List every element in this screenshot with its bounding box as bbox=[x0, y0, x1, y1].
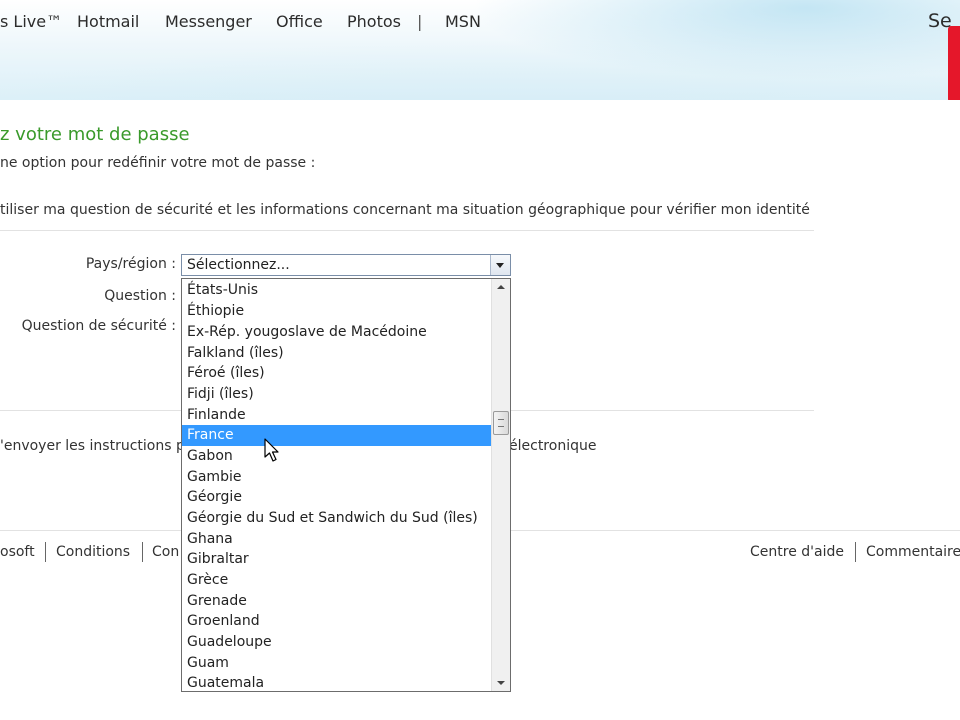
list-item[interactable]: Grenade bbox=[182, 591, 492, 612]
scroll-up-arrow-icon[interactable] bbox=[492, 279, 509, 296]
footer-separator bbox=[45, 542, 46, 562]
list-item[interactable]: Ghana bbox=[182, 529, 492, 550]
footer-link-conditions[interactable]: Conditions bbox=[56, 544, 130, 560]
footer-separator bbox=[142, 542, 143, 562]
list-item[interactable]: Falkland (îles) bbox=[182, 343, 492, 364]
scrollbar-thumb[interactable] bbox=[493, 411, 509, 435]
list-item[interactable]: Guatemala bbox=[182, 673, 492, 691]
footer-separator bbox=[855, 542, 856, 562]
nav-msn[interactable]: MSN bbox=[445, 12, 481, 31]
list-item[interactable]: Fidji (îles) bbox=[182, 384, 492, 405]
dropdown-scrollbar[interactable] bbox=[491, 279, 510, 691]
top-header: s Live™ Hotmail Messenger Office Photos … bbox=[0, 0, 960, 100]
brand-red-tab bbox=[948, 26, 960, 100]
list-item[interactable]: Gambie bbox=[182, 467, 492, 488]
footer-link-confidentialite[interactable]: Con bbox=[152, 544, 179, 560]
list-item[interactable]: Gabon bbox=[182, 446, 492, 467]
list-item-selected[interactable]: France bbox=[182, 425, 492, 446]
country-dropdown-list[interactable]: États-Unis Éthiopie Ex-Rép. yougoslave d… bbox=[181, 278, 511, 692]
footer-link-help-center[interactable]: Centre d'aide bbox=[750, 544, 844, 560]
divider-top bbox=[0, 230, 814, 231]
intro-text: ne option pour redéfinir votre mot de pa… bbox=[0, 155, 316, 171]
nav-office[interactable]: Office bbox=[276, 12, 323, 31]
list-item[interactable]: États-Unis bbox=[182, 280, 492, 301]
security-question-label: Question de sécurité : bbox=[21, 318, 176, 334]
option-email-instructions-end: électronique bbox=[509, 438, 597, 454]
country-label: Pays/région : bbox=[85, 256, 176, 272]
list-item[interactable]: Guadeloupe bbox=[182, 632, 492, 653]
footer-link-feedback[interactable]: Commentaire bbox=[866, 544, 960, 560]
list-item[interactable]: Éthiopie bbox=[182, 301, 492, 322]
scroll-down-arrow-icon[interactable] bbox=[492, 674, 509, 691]
mouse-cursor-icon bbox=[264, 438, 279, 462]
list-item[interactable]: Finlande bbox=[182, 405, 492, 426]
nav-messenger[interactable]: Messenger bbox=[165, 12, 252, 31]
nav-hotmail[interactable]: Hotmail bbox=[77, 12, 139, 31]
country-select-value: Sélectionnez... bbox=[187, 257, 290, 273]
list-item[interactable]: Ex-Rép. yougoslave de Macédoine bbox=[182, 322, 492, 343]
nav-photos[interactable]: Photos bbox=[347, 12, 401, 31]
chevron-down-icon[interactable] bbox=[490, 255, 510, 275]
list-item[interactable]: Féroé (îles) bbox=[182, 363, 492, 384]
option-email-instructions[interactable]: 'envoyer les instructions p bbox=[0, 438, 185, 454]
list-item[interactable]: Géorgie du Sud et Sandwich du Sud (îles) bbox=[182, 508, 492, 529]
option-security-question[interactable]: tiliser ma question de sécurité et les i… bbox=[0, 202, 810, 218]
header-glow-bottom bbox=[0, 40, 960, 100]
list-item[interactable]: Grèce bbox=[182, 570, 492, 591]
list-item[interactable]: Géorgie bbox=[182, 487, 492, 508]
list-item[interactable]: Guam bbox=[182, 653, 492, 674]
list-item[interactable]: Groenland bbox=[182, 611, 492, 632]
country-select[interactable]: Sélectionnez... bbox=[181, 254, 511, 276]
footer-link-microsoft[interactable]: osoft bbox=[0, 544, 35, 560]
nav-separator: | bbox=[417, 12, 423, 31]
page-title: z votre mot de passe bbox=[0, 124, 190, 145]
windows-live-brand[interactable]: s Live™ bbox=[0, 12, 62, 31]
question-label: Question : bbox=[104, 288, 176, 304]
list-item[interactable]: Gibraltar bbox=[182, 549, 492, 570]
